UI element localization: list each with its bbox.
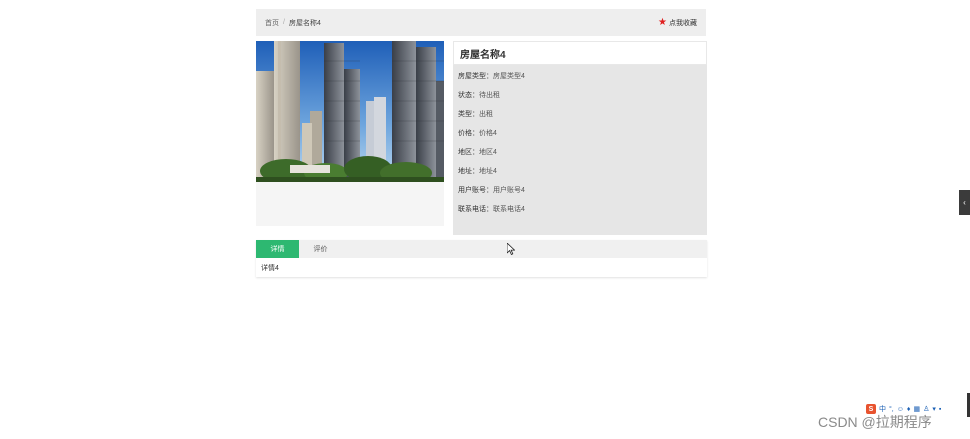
favorite-label: 点我收藏 <box>669 19 697 27</box>
breadcrumb-home-link[interactable]: 首页 <box>265 18 279 28</box>
tab-details[interactable]: 详情 <box>256 240 299 258</box>
field-house-type: 房屋类型：房屋类型4 <box>458 71 525 81</box>
field-value: 价格4 <box>479 130 497 137</box>
field-region: 地区：地区4 <box>458 147 497 157</box>
mouse-cursor-icon <box>507 243 515 255</box>
field-label: 地区： <box>458 149 479 156</box>
chevron-left-icon: ‹ <box>963 198 966 207</box>
field-label: 地址： <box>458 168 479 175</box>
house-title: 房屋名称4 <box>453 41 707 65</box>
detail-tabs: 详情 评价 详情4 <box>256 240 707 277</box>
side-panel-toggle[interactable]: ‹ <box>959 190 970 215</box>
field-phone: 联系电话：联系电话4 <box>458 204 525 214</box>
favorite-button[interactable]: ★ 点我收藏 <box>658 16 697 28</box>
field-price: 价格：价格4 <box>458 128 497 138</box>
breadcrumb-separator: / <box>283 19 285 26</box>
field-label: 联系电话： <box>458 206 493 213</box>
field-label: 类型： <box>458 111 479 118</box>
field-address: 地址：地址4 <box>458 166 497 176</box>
star-icon: ★ <box>658 16 667 28</box>
tab-bar: 详情 评价 <box>256 240 707 258</box>
tab-reviews[interactable]: 评价 <box>299 240 342 258</box>
csdn-watermark: CSDN @拉期程序 <box>818 414 932 430</box>
field-value: 出租 <box>479 111 493 118</box>
menu-grid-icon[interactable]: ▪ <box>939 406 941 413</box>
breadcrumb: 首页 / 房屋名称4 <box>265 18 321 28</box>
field-user-account: 用户账号：用户账号4 <box>458 185 525 195</box>
field-value: 地址4 <box>479 168 497 175</box>
field-label: 状态： <box>458 92 479 99</box>
house-info-panel: 房屋名称4 房屋类型：房屋类型4 状态：待出租 类型：出租 价格：价格4 地区：… <box>453 41 707 235</box>
field-value: 房屋类型4 <box>493 73 525 80</box>
field-label: 房屋类型： <box>458 73 493 80</box>
house-photo <box>256 41 444 182</box>
field-status: 状态：待出租 <box>458 90 500 100</box>
field-label: 用户账号： <box>458 187 493 194</box>
field-value: 联系电话4 <box>493 206 525 213</box>
field-label: 价格： <box>458 130 479 137</box>
field-type: 类型：出租 <box>458 109 493 119</box>
breadcrumb-current: 房屋名称4 <box>288 19 321 27</box>
field-value: 待出租 <box>479 92 500 99</box>
field-value: 地区4 <box>479 149 497 156</box>
skin-icon[interactable]: ▾ <box>932 405 936 413</box>
breadcrumb-bar: 首页 / 房屋名称4 ★ 点我收藏 <box>256 9 706 36</box>
house-gallery <box>256 41 444 226</box>
tab-content: 详情4 <box>261 265 279 272</box>
field-value: 用户账号4 <box>493 187 525 194</box>
